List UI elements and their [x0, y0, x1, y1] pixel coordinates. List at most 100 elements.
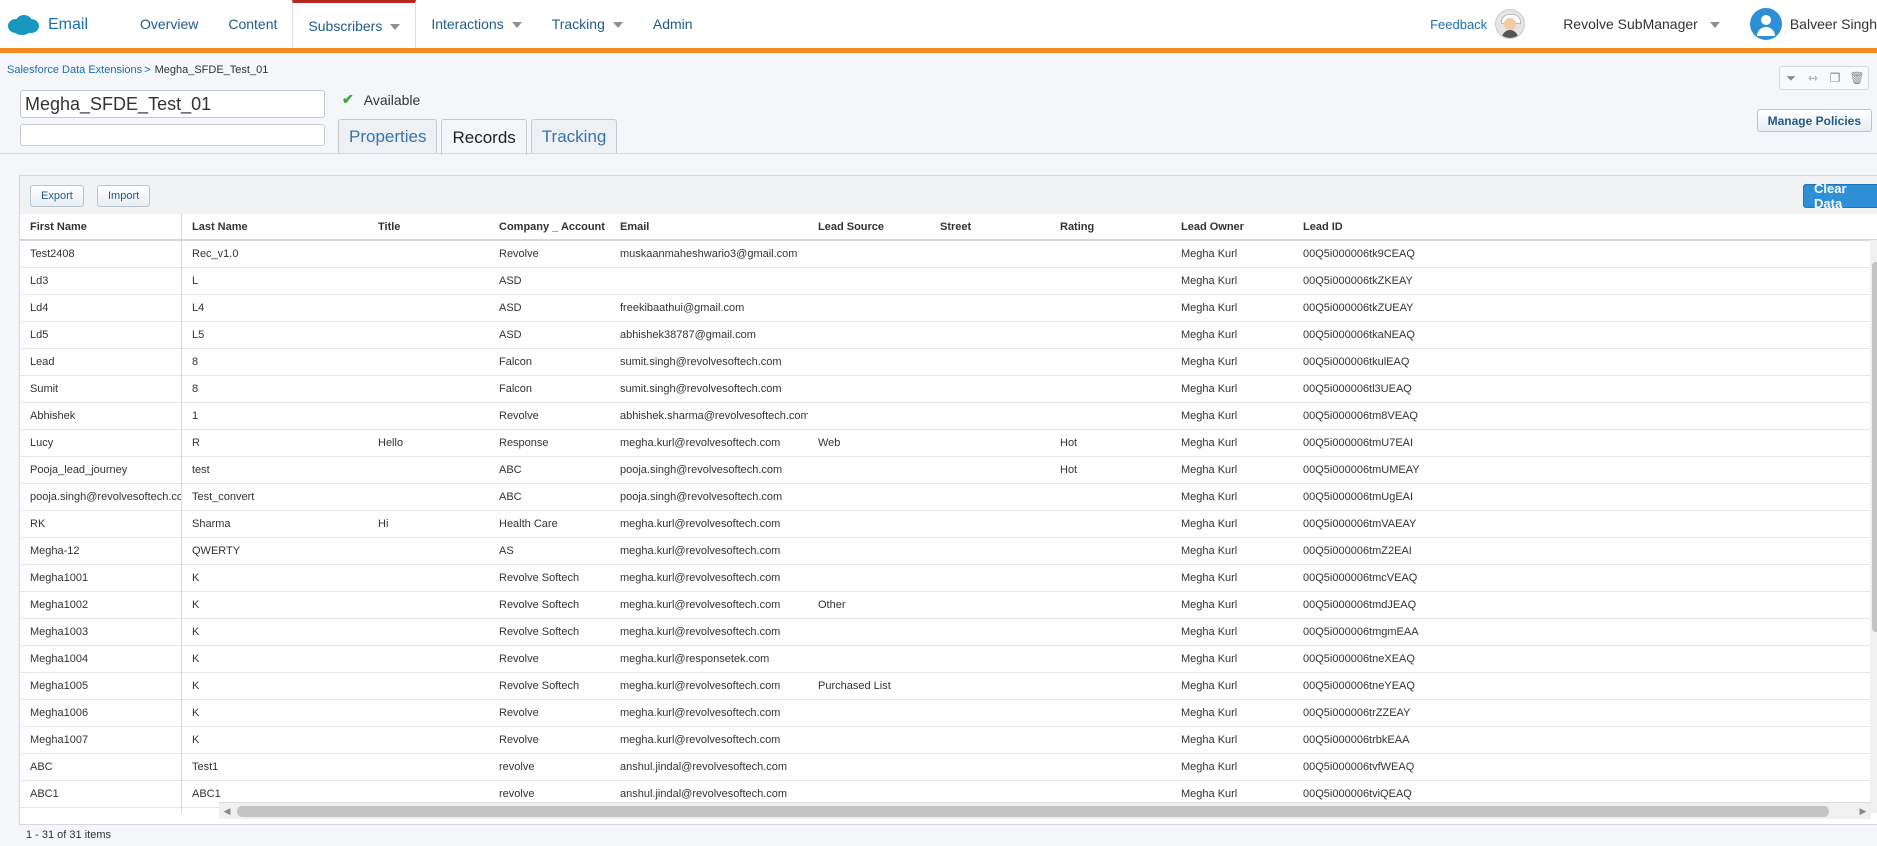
nav-overview[interactable]: Overview	[125, 0, 213, 48]
scroll-right-arrow-icon[interactable]: ▶	[1857, 805, 1869, 817]
breadcrumb-parent-link[interactable]: Salesforce Data Extensions	[7, 64, 142, 76]
data-extension-description-field[interactable]	[20, 124, 325, 146]
data-extension-name-field[interactable]	[20, 90, 325, 118]
column-header[interactable]: Rating	[1050, 214, 1171, 239]
resize-columns-icon[interactable]: ⇿	[1802, 67, 1824, 89]
export-button[interactable]: Export	[30, 185, 84, 207]
table-row[interactable]: pooja.singh@revolvesoftech.com Test_conve…	[20, 483, 1870, 511]
column-header[interactable]: Lead Owner	[1171, 214, 1293, 239]
table-cell	[368, 699, 489, 726]
chevron-down-icon[interactable]	[390, 23, 401, 30]
table-row[interactable]: Abhishek 1 Revolve abhishek.sharma@revolves…	[20, 402, 1870, 430]
table-row[interactable]: Megha1003 K Revolve Softech megha.kurl@revo…	[20, 618, 1870, 646]
chevron-down-icon[interactable]	[1709, 22, 1720, 28]
copy-icon[interactable]: ❐	[1824, 67, 1846, 89]
column-header[interactable]: Company _ Account	[489, 214, 610, 239]
table-cell: ASD	[499, 301, 522, 314]
table-cell	[1050, 618, 1171, 645]
grid-body: Test2408 Rec_v1.0 Revolve muskaanmaheshwari…	[20, 240, 1870, 813]
table-cell: Megha1004	[20, 645, 182, 672]
table-cell	[930, 645, 1050, 672]
table-row[interactable]: Megha1004 K Revolve megha.kurl@responsetek.…	[20, 645, 1870, 673]
column-header[interactable]: Lead ID	[1293, 214, 1593, 239]
feedback-link[interactable]: Feedback	[1430, 17, 1487, 32]
table-row[interactable]: Megha1002 K Revolve Softech megha.kurl@revo…	[20, 591, 1870, 619]
chevron-down-icon[interactable]	[612, 22, 623, 28]
table-cell: 00Q5i000006tkZKEAY	[1303, 274, 1413, 287]
table-row[interactable]: Ld5 L5 ASD abhishek38787@gmail.com Megha Kur…	[20, 321, 1870, 349]
clear-data-button[interactable]: Clear Data	[1803, 181, 1877, 211]
table-row[interactable]: Megha1005 K Revolve Softech megha.kurl@revo…	[20, 672, 1870, 700]
tab-records[interactable]: Records	[441, 119, 527, 155]
table-cell	[808, 294, 930, 321]
table-row[interactable]: Sumit 8 Falcon sumit.singh@revolvesoftech.c…	[20, 375, 1870, 403]
horizontal-scrollbar[interactable]: ◀ ▶	[219, 802, 1871, 819]
main-nav: Overview Content Subscribers Interactions Tr…	[125, 0, 708, 48]
table-cell: Abhishek	[20, 402, 182, 429]
scroll-left-arrow-icon[interactable]: ◀	[221, 805, 233, 817]
table-cell: 00Q5i000006tl3UEAQ	[1303, 382, 1412, 395]
table-row[interactable]: RK Sharma Hi Health Care megha.kurl@revolves…	[20, 510, 1870, 538]
nav-subscribers[interactable]: Subscribers	[292, 0, 417, 48]
table-cell	[930, 672, 1050, 699]
table-cell: Revolve Softech	[499, 679, 580, 692]
brand[interactable]: Email	[6, 12, 88, 38]
table-row[interactable]: Lead 8 Falcon sumit.singh@revolvesoftech.co…	[20, 348, 1870, 376]
table-cell: 00Q5i000006tmU7EAI	[1303, 436, 1414, 449]
table-cell	[1050, 294, 1171, 321]
nav-content[interactable]: Content	[213, 0, 292, 48]
user-avatar-icon[interactable]	[1749, 8, 1782, 40]
table-cell: Test1	[192, 760, 219, 773]
manage-policies-button[interactable]: Manage Policies	[1756, 109, 1872, 132]
horizontal-scroll-thumb[interactable]	[237, 806, 1829, 817]
chevron-down-icon[interactable]	[511, 22, 522, 28]
table-row[interactable]: Pooja_lead_journey test ABC pooja.singh@rev…	[20, 456, 1870, 484]
user-name[interactable]: Balveer Singh	[1790, 16, 1877, 32]
table-cell: Megha Kurl	[1181, 274, 1238, 287]
table-row[interactable]: Lucy R Hello Response megha.kurl@revolvesoft…	[20, 429, 1870, 457]
table-cell: Megha Kurl	[1181, 544, 1238, 557]
column-header[interactable]: Street	[930, 214, 1050, 239]
column-header[interactable]: First Name	[20, 214, 182, 239]
table-row[interactable]: Test2408 Rec_v1.0 Revolve muskaanmaheshwari…	[20, 240, 1870, 268]
table-row[interactable]: Ld4 L4 ASD freekibaathui@gmail.com Megha Kur…	[20, 294, 1870, 322]
filter-icon[interactable]: ⏷	[1780, 67, 1802, 89]
table-cell: megha.kurl@revolvesoftech.com	[620, 625, 781, 638]
einstein-avatar-icon[interactable]	[1495, 9, 1526, 39]
nav-tracking[interactable]: Tracking	[537, 0, 638, 48]
table-cell: K	[192, 652, 200, 665]
column-header[interactable]: Title	[368, 214, 489, 239]
column-header[interactable]: Email	[610, 214, 808, 239]
table-cell: Falcon	[499, 355, 533, 368]
table-cell: megha.kurl@revolvesoftech.com	[620, 571, 781, 584]
nav-interactions[interactable]: Interactions	[416, 0, 536, 48]
table-cell: RK	[20, 510, 182, 537]
table-cell: Revolve	[499, 409, 539, 422]
table-row[interactable]: ABC Test1 revolve anshul.jindal@revolvesoft…	[20, 753, 1870, 781]
table-cell	[1050, 402, 1171, 429]
tab-properties[interactable]: Properties	[338, 119, 438, 154]
table-cell: abhishek38787@gmail.com	[620, 328, 756, 341]
table-row[interactable]: Ld3 L ASD Megha Kurl 00Q5i000006tkZKEAY	[20, 267, 1870, 295]
table-cell: Megha1002	[20, 591, 182, 618]
vertical-scrollbar[interactable]	[1870, 240, 1877, 813]
table-cell	[930, 402, 1050, 429]
table-cell: Megha Kurl	[1181, 382, 1238, 395]
table-row[interactable]: Megha1007 K Revolve megha.kurl@revolvesofte…	[20, 726, 1870, 754]
tab-tracking[interactable]: Tracking	[530, 119, 618, 154]
business-unit-selector[interactable]: Revolve SubManager	[1563, 16, 1698, 32]
vertical-scroll-thumb[interactable]	[1872, 262, 1877, 632]
nav-admin[interactable]: Admin	[638, 0, 708, 48]
table-row[interactable]: Megha-12 QWERTY AS megha.kurl@revolvesoftec…	[20, 537, 1870, 565]
column-header[interactable]: Last Name	[182, 214, 368, 239]
column-header[interactable]: Lead Source	[808, 214, 930, 239]
table-cell: ASD	[499, 328, 522, 341]
table-row[interactable]: Megha1006 K Revolve megha.kurl@revolvesofte…	[20, 699, 1870, 727]
table-cell: 00Q5i000006tmUgEAI	[1303, 490, 1414, 503]
import-button[interactable]: Import	[97, 185, 151, 207]
table-row[interactable]: Megha1001 K Revolve Softech megha.kurl@revo…	[20, 564, 1870, 592]
trash-icon[interactable]: 🗑	[1846, 67, 1868, 89]
table-cell: ASD	[499, 274, 522, 287]
table-cell: Revolve	[499, 733, 539, 746]
table-cell	[930, 591, 1050, 618]
